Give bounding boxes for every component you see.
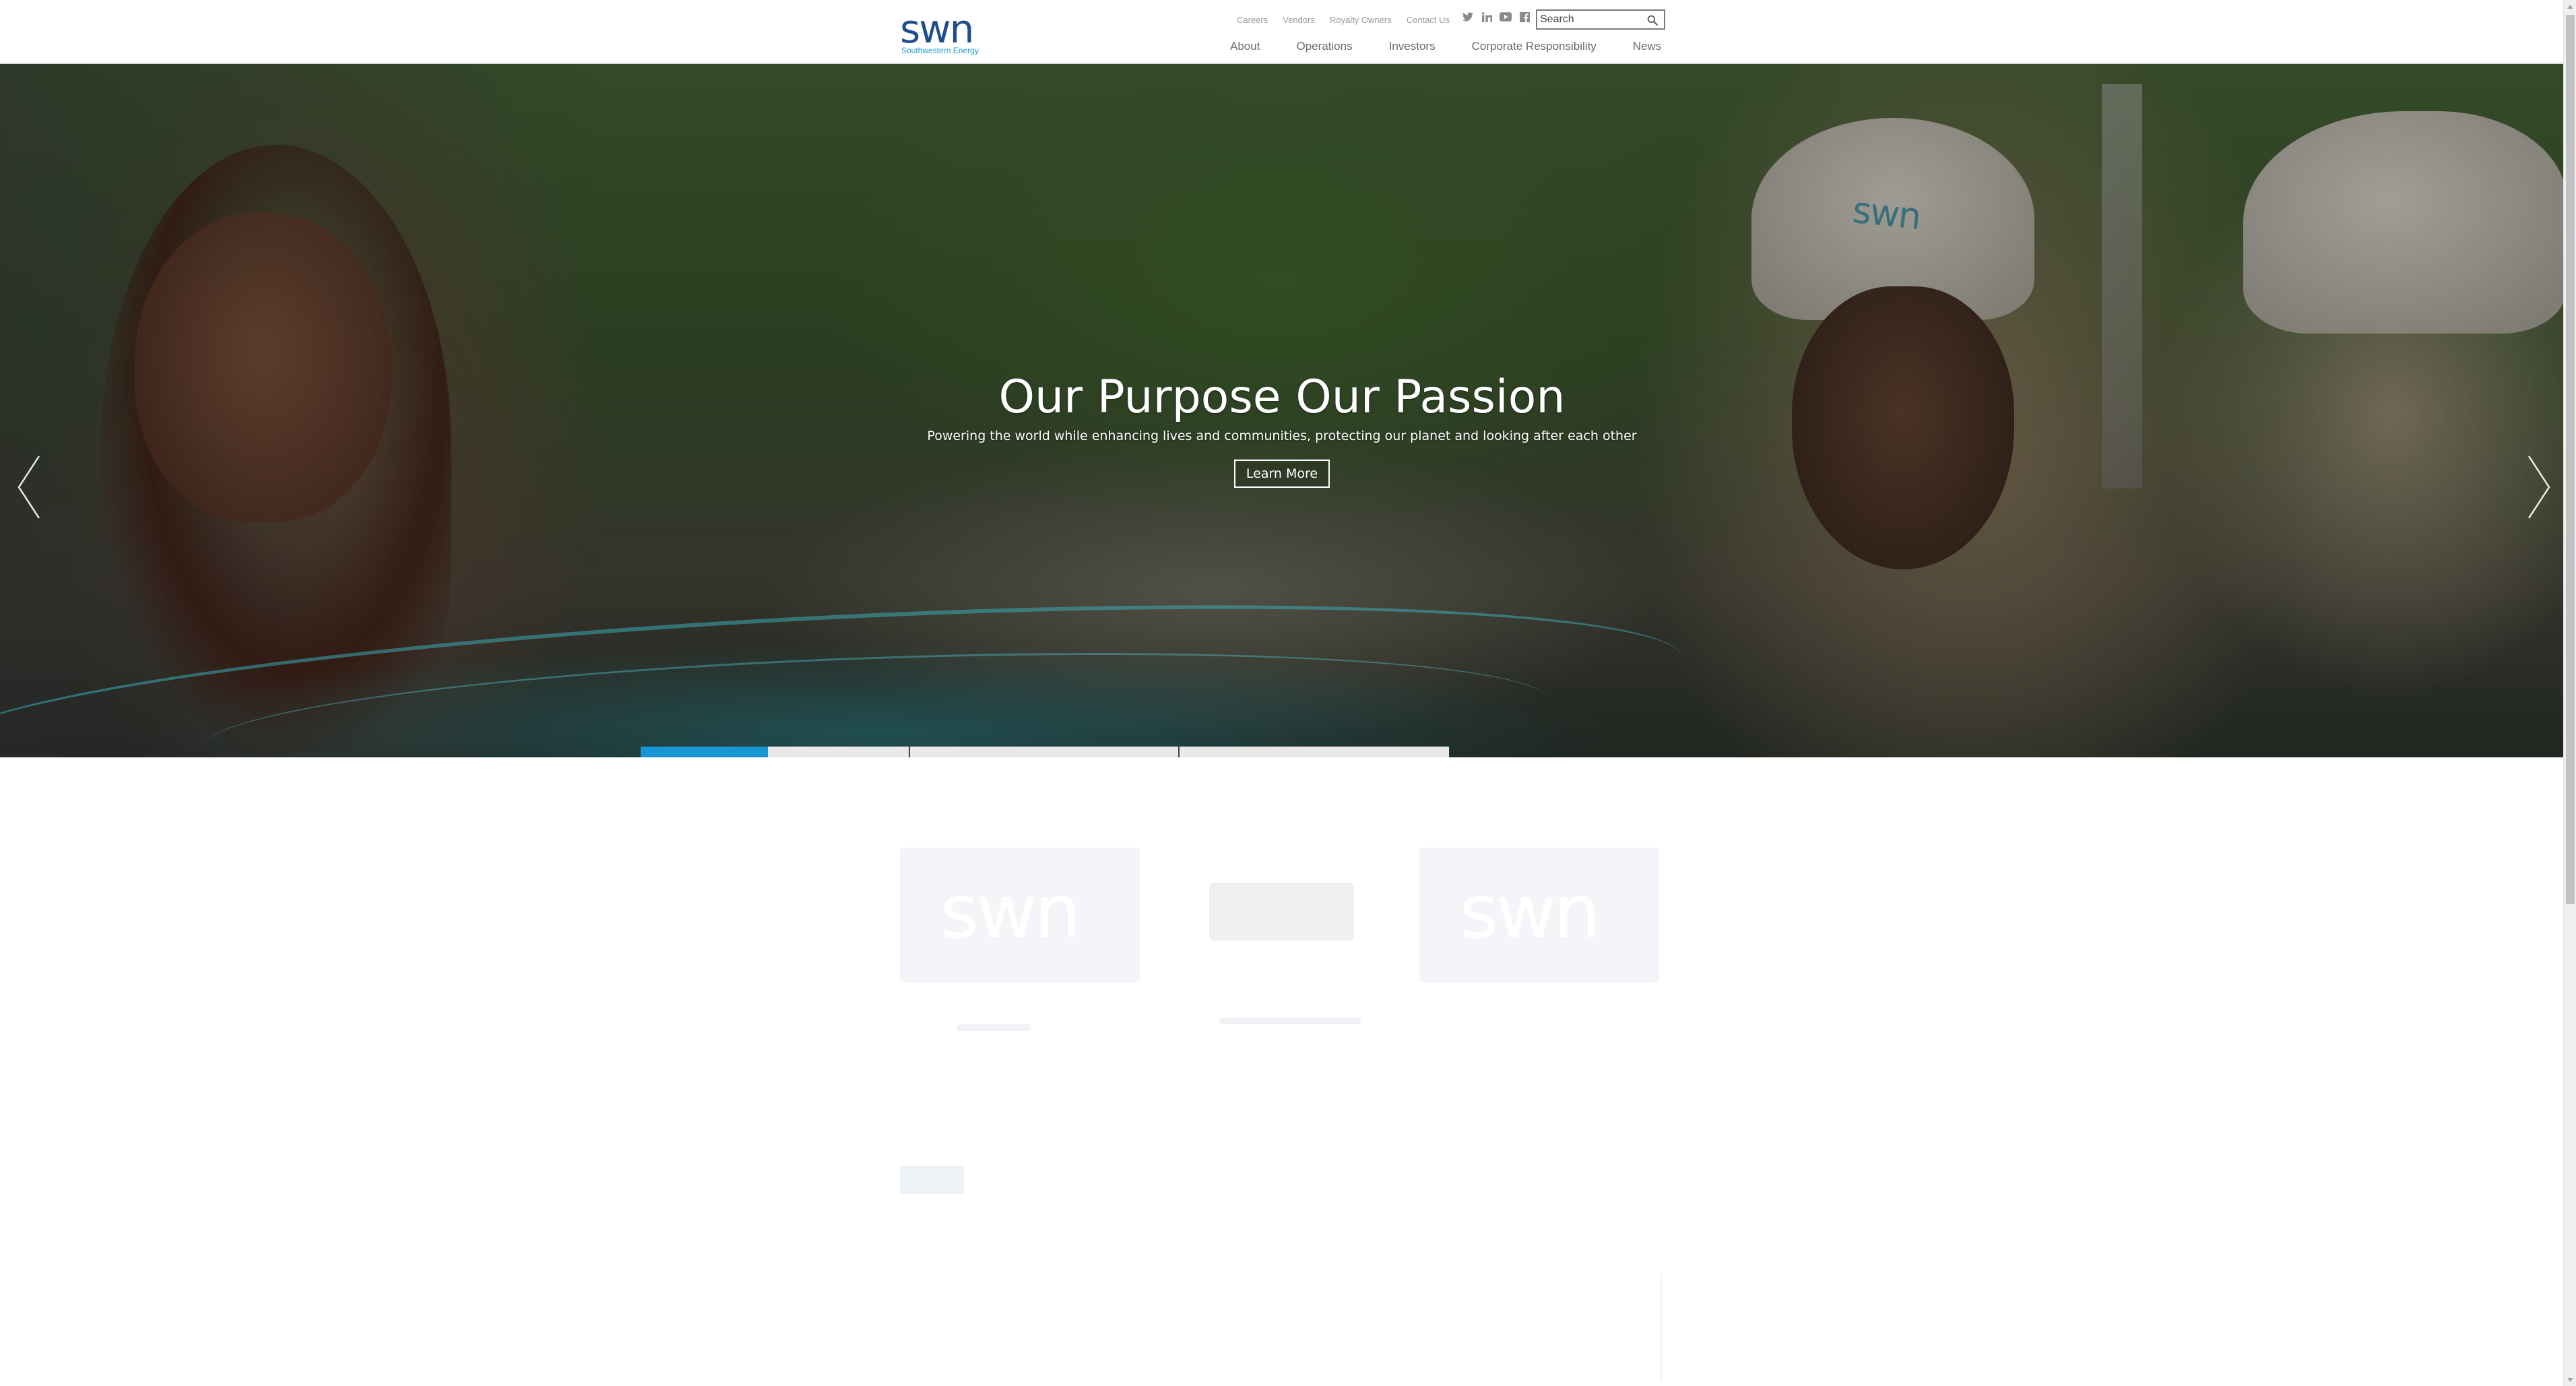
placeholder-button xyxy=(900,1166,964,1194)
nav-item-corporate-responsibility[interactable]: Corporate Responsibility xyxy=(1472,40,1597,53)
utility-link-careers[interactable]: Careers xyxy=(1237,15,1268,25)
hero-carousel: swn Our Purpose Our Passion Powering the… xyxy=(0,64,2563,757)
youtube-icon[interactable] xyxy=(1500,11,1512,23)
nav-item-operations[interactable]: Operations xyxy=(1296,40,1352,53)
site-header: swn Southwestern Energy Careers Vendors … xyxy=(0,0,2563,64)
logo-mark: swn xyxy=(900,6,974,52)
search-input[interactable] xyxy=(1539,12,1640,27)
search-icon[interactable] xyxy=(1645,13,1660,28)
carousel-tab-4[interactable] xyxy=(1180,747,1449,757)
chevron-left-icon[interactable] xyxy=(16,455,43,519)
twitter-icon[interactable] xyxy=(1462,11,1474,23)
card-logo: swn xyxy=(940,869,1081,955)
scroll-up-icon[interactable] xyxy=(2564,0,2576,13)
utility-link-royalty-owners[interactable]: Royalty Owners xyxy=(1330,15,1392,25)
scroll-down-icon[interactable] xyxy=(2564,1373,2576,1386)
feature-card[interactable]: swn xyxy=(1419,848,1659,982)
carousel-tab-3[interactable] xyxy=(910,747,1180,757)
utility-link-contact-us[interactable]: Contact Us xyxy=(1407,15,1450,25)
hero-subtitle: Powering the world while enhancing lives… xyxy=(927,429,1637,443)
carousel-tab-2[interactable] xyxy=(768,747,910,757)
carousel-tab-1[interactable] xyxy=(641,747,768,757)
site-logo[interactable]: swn Southwestern Energy xyxy=(900,6,988,55)
main-nav: About Operations Investors Corporate Res… xyxy=(1230,36,1661,57)
page-scrollbar[interactable] xyxy=(2563,0,2576,1386)
utility-nav: Careers Vendors Royalty Owners Contact U… xyxy=(1237,9,1450,30)
learn-more-button[interactable]: Learn More xyxy=(1233,460,1330,488)
linkedin-icon[interactable] xyxy=(1481,11,1493,23)
feature-card[interactable]: swn xyxy=(900,848,1140,982)
nav-item-news[interactable]: News xyxy=(1633,40,1662,53)
carousel-indicators xyxy=(641,747,1449,757)
logo-tagline: Southwestern Energy xyxy=(901,46,979,55)
hero-content: Our Purpose Our Passion Powering the wor… xyxy=(876,371,1688,488)
facebook-icon[interactable] xyxy=(1518,11,1531,23)
utility-link-vendors[interactable]: Vendors xyxy=(1283,15,1315,25)
card-logo: swn xyxy=(1460,869,1601,955)
search-box xyxy=(1536,9,1665,30)
feature-card[interactable] xyxy=(1209,883,1354,941)
scrollbar-thumb[interactable] xyxy=(2566,15,2575,904)
nav-item-about[interactable]: About xyxy=(1230,40,1260,53)
hero-title: Our Purpose Our Passion xyxy=(998,371,1566,424)
chevron-right-icon[interactable] xyxy=(2525,455,2552,519)
social-links xyxy=(1462,11,1531,23)
nav-item-investors[interactable]: Investors xyxy=(1389,40,1436,53)
